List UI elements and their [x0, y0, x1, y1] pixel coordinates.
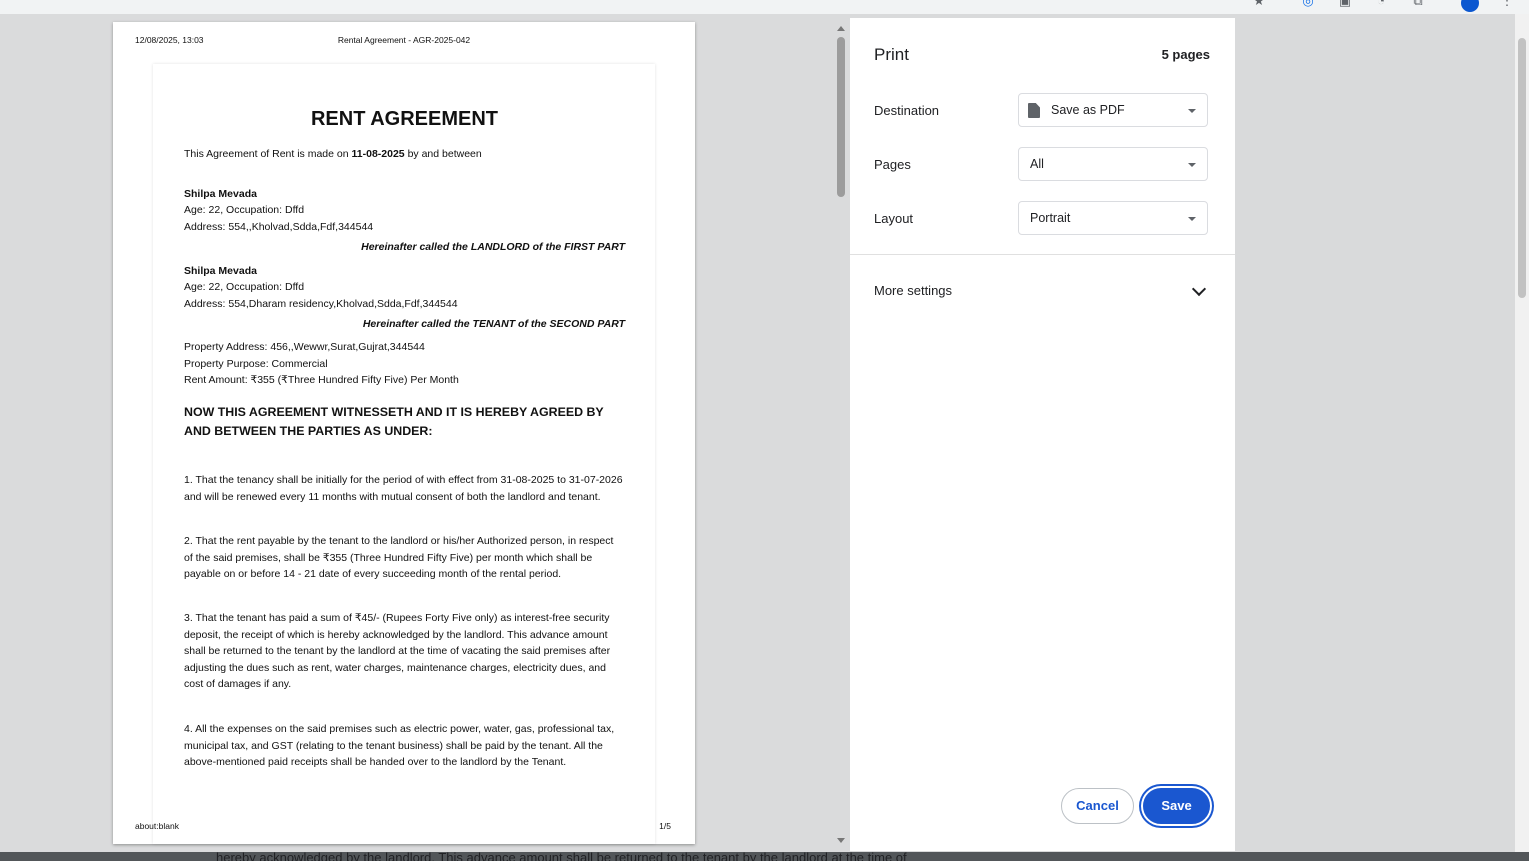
print-preview: 12/08/2025, 13:03 Rental Agreement - AGR…: [0, 14, 850, 852]
save-button[interactable]: Save: [1143, 788, 1210, 824]
landlord-name: Shilpa Mevada: [184, 188, 257, 200]
profile-icon[interactable]: ◔: [1374, 0, 1388, 8]
agreement-document: RENT AGREEMENT This Agreement of Rent is…: [153, 64, 655, 844]
document-title: RENT AGREEMENT: [310, 108, 499, 130]
landlord-age: Age: 22, Occupation: Dffd: [184, 204, 305, 217]
tenant-name: Shilpa Mevada: [184, 265, 257, 277]
pages-value: All: [1030, 157, 1044, 171]
print-title: Print: [874, 45, 909, 64]
page-scrollbar[interactable]: [1515, 14, 1529, 852]
footer-page-number: 1/5: [659, 821, 671, 831]
camera-icon[interactable]: ▣: [1338, 0, 1352, 8]
intro-date: 11-08-2025: [351, 148, 405, 160]
landlord-address: Address: 554,,Kholvad,Sdda,Fdf,344544: [184, 220, 374, 233]
tenant-address: Address: 554,Dharam residency,Kholvad,Sd…: [184, 297, 458, 310]
header-title: Rental Agreement - AGR-2025-042: [337, 35, 471, 45]
clause-3: 3. That the tenant has paid a sum of ₹45…: [184, 612, 611, 691]
dropdown-arrow-icon: [1188, 109, 1196, 113]
tenant-block: Shilpa Mevada Age: 22, Occupation: Dffd …: [184, 263, 625, 312]
tab-icon[interactable]: ⧉: [1411, 0, 1425, 8]
destination-select[interactable]: Save as PDF: [1018, 93, 1208, 127]
intro-line: This Agreement of Rent is made on 11-08-…: [184, 148, 482, 160]
preview-scrollbar-thumb[interactable]: [837, 37, 845, 197]
page-count: 5 pages: [1161, 47, 1210, 62]
dropdown-arrow-icon: [1188, 163, 1196, 167]
preview-scrollbar[interactable]: [834, 14, 848, 852]
property-details: Property Address: 456,,Wewwr,Surat,Gujra…: [184, 339, 459, 389]
destination-label: Destination: [874, 103, 940, 118]
cancel-button[interactable]: Cancel: [1061, 788, 1134, 824]
star-icon[interactable]: ★: [1252, 0, 1266, 8]
chevron-down-icon[interactable]: [1191, 281, 1207, 297]
print-settings-panel: Print 5 pages Destination Save as PDF Pa…: [850, 18, 1235, 851]
page-scrollbar-thumb[interactable]: [1518, 38, 1526, 298]
underlying-page-text: hereby acknowledged by the landlord. Thi…: [216, 851, 907, 861]
landlord-tag: Hereinafter called the LANDLORD of the F…: [361, 241, 625, 253]
layout-select[interactable]: Portrait: [1018, 201, 1208, 235]
pages-label: Pages: [874, 157, 911, 172]
witness-heading: NOW THIS AGREEMENT WITNESSETH AND IT IS …: [184, 405, 604, 438]
clause-2: 2. That the rent payable by the tenant t…: [184, 535, 614, 581]
layout-value: Portrait: [1030, 211, 1071, 225]
scroll-up-icon[interactable]: [837, 26, 845, 31]
clause-1: 1. That the tenancy shall be initially f…: [184, 474, 623, 503]
landlord-block: Shilpa Mevada Age: 22, Occupation: Dffd …: [184, 186, 625, 235]
property-address: Property Address: 456,,Wewwr,Surat,Gujra…: [184, 341, 425, 353]
destination-value: Save as PDF: [1051, 103, 1125, 117]
more-settings-toggle[interactable]: More settings: [874, 283, 952, 298]
tenant-age: Age: 22, Occupation: Dffd: [184, 281, 305, 294]
intro-prefix: This Agreement of Rent is made on: [184, 148, 352, 160]
clause-4: 4. All the expenses on the said premises…: [184, 723, 615, 769]
menu-icon[interactable]: ⋮: [1500, 0, 1514, 8]
layout-label: Layout: [874, 211, 914, 226]
intro-suffix: by and between: [404, 148, 482, 160]
divider: [850, 254, 1235, 255]
dropdown-arrow-icon: [1188, 217, 1196, 221]
rent-amount: Rent Amount: ₹355 (₹Three Hundred Fifty …: [184, 374, 459, 387]
scroll-down-icon[interactable]: [837, 838, 845, 843]
pdf-file-icon: [1028, 103, 1040, 118]
browser-toolbar: ★ ◎ ▣ ◔ ⧉ ⋮: [0, 0, 1529, 14]
footer-url: about:blank: [135, 821, 179, 831]
pages-select[interactable]: All: [1018, 147, 1208, 181]
preview-sheet: 12/08/2025, 13:03 Rental Agreement - AGR…: [113, 22, 695, 844]
avatar[interactable]: [1461, 0, 1479, 12]
extension-icon[interactable]: ◎: [1301, 0, 1315, 8]
property-purpose: Property Purpose: Commercial: [184, 357, 328, 370]
tenant-tag: Hereinafter called the TENANT of the SEC…: [362, 318, 625, 330]
